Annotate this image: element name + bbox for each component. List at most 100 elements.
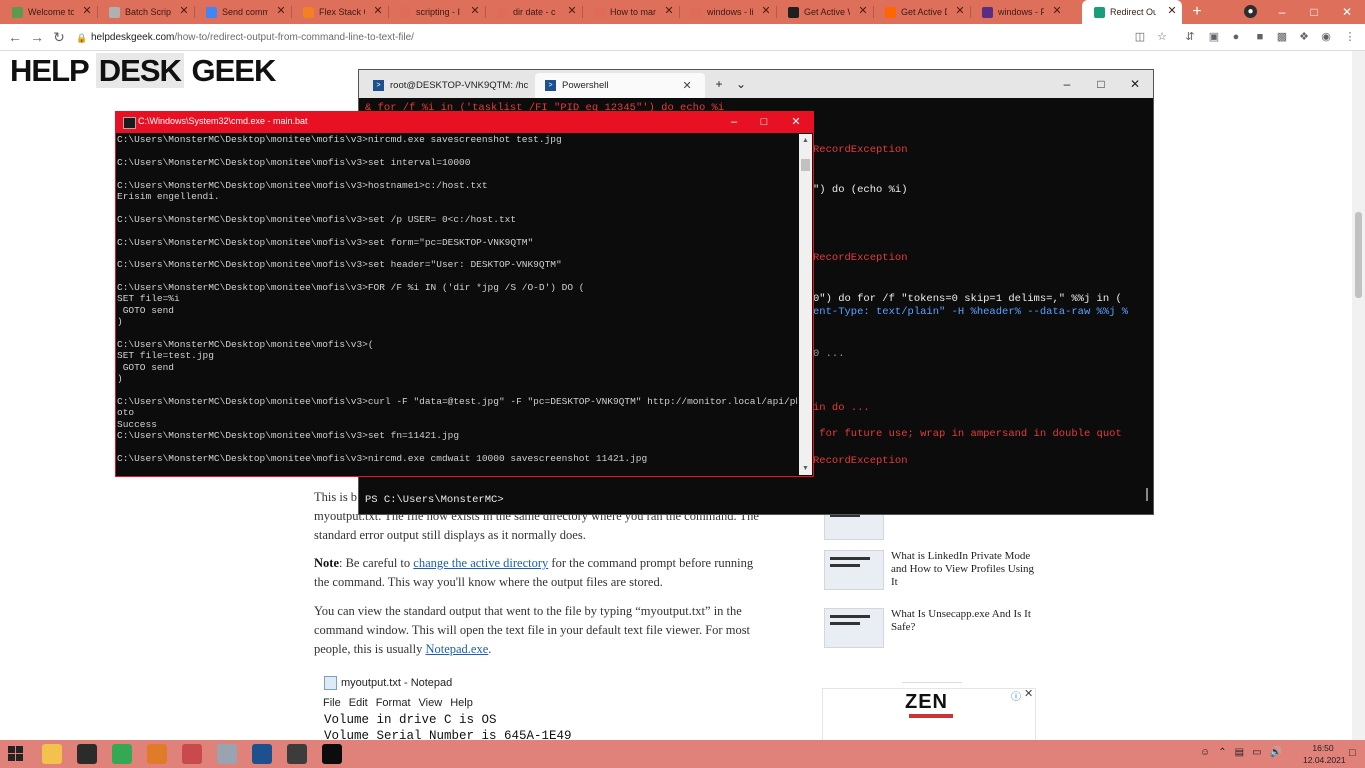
sidebar-article-2[interactable]: What is LinkedIn Private Mode and How to…	[824, 550, 1034, 592]
system-clock[interactable]: 16:50 12.04.2021	[1303, 742, 1346, 766]
taskbar-app-app-5-icon[interactable]	[182, 744, 202, 764]
browser-tab[interactable]: Flex Stack O ✕	[291, 0, 388, 24]
browser-tab[interactable]: Welcome to ✕	[0, 0, 97, 24]
bookmark-star-icon[interactable]: ☆	[1154, 29, 1170, 45]
sidebar-article-3[interactable]: What Is Unsecapp.exe And Is It Safe?	[824, 608, 1034, 650]
menu-icon[interactable]: ⋮	[1342, 29, 1358, 45]
avatar[interactable]: ◉	[1318, 29, 1334, 45]
cmd-window[interactable]: C:\Windows\System32\cmd.exe - main.bat –…	[115, 111, 814, 477]
tab-close-icon[interactable]: ✕	[566, 5, 578, 17]
taskbar-app-file-explorer-icon[interactable]	[42, 744, 62, 764]
console-scrollbar[interactable]	[1146, 488, 1148, 501]
taskbar-app-chrome-icon[interactable]	[112, 744, 132, 764]
puzzle-icon[interactable]: ❖	[1296, 29, 1312, 45]
new-tab-button[interactable]: +	[1188, 3, 1206, 21]
tab-close-icon[interactable]: ✕	[760, 5, 772, 17]
console-line: RecordException	[813, 144, 908, 156]
people-icon[interactable]: ☺	[1200, 747, 1210, 758]
extension-icon[interactable]: ⇵	[1182, 29, 1198, 45]
cmd-titlebar[interactable]: C:\Windows\System32\cmd.exe - main.bat –…	[116, 112, 813, 133]
display-icon[interactable]: ▭	[1252, 747, 1261, 758]
taskbar-app-powershell-icon[interactable]	[252, 744, 272, 764]
close-button[interactable]: ✕	[1336, 2, 1358, 22]
extension-icon-5[interactable]: ▩	[1274, 29, 1290, 45]
page-scroll-thumb[interactable]	[1355, 212, 1362, 298]
cmd-scrollbar[interactable]: ▲ ▼	[799, 134, 812, 475]
taskbar-app-app-8-icon[interactable]	[287, 744, 307, 764]
tab-close-icon[interactable]: ✕	[81, 5, 93, 17]
back-icon[interactable]: ←	[6, 28, 24, 46]
tab-close-icon[interactable]: ✕	[372, 5, 384, 17]
ad-info-icon[interactable]: ⓘ	[1011, 688, 1021, 703]
article-thumbnail[interactable]	[824, 608, 884, 648]
powershell-titlebar[interactable]: > root@DESKTOP-VNK9QTM: /hc > Powershell…	[359, 70, 1153, 98]
sidebar-article-title[interactable]: What is LinkedIn Private Mode and How to…	[891, 550, 1036, 589]
page-scrollbar[interactable]	[1352, 51, 1365, 740]
forward-icon[interactable]: →	[28, 28, 46, 46]
browser-tab-strip: Welcome to✕Batch Script✕Send comman✕Flex…	[0, 0, 1365, 24]
terminal-tab-powershell[interactable]: > Powershell ✕	[535, 73, 705, 98]
reload-icon[interactable]: ↻	[50, 28, 68, 46]
tab-label: windows - lin	[707, 7, 753, 17]
tab-close-icon[interactable]: ✕	[178, 5, 190, 17]
browser-tab[interactable]: Redirect Outp ✕	[1082, 0, 1182, 24]
console-line: RecordException	[813, 252, 908, 264]
site-logo[interactable]: HELP DESK GEEK	[10, 53, 276, 89]
terminal-close-button[interactable]: ✕	[1125, 74, 1145, 94]
minimize-button[interactable]: –	[1271, 2, 1293, 22]
windows-start-icon[interactable]	[8, 746, 24, 762]
browser-tab[interactable]: Get Active D ✕	[873, 0, 970, 24]
cmd-console[interactable]: C:\Users\MonsterMC\Desktop\monitee\mofis…	[117, 134, 797, 474]
sidebar-article-title[interactable]: What Is Unsecapp.exe And Is It Safe?	[891, 608, 1036, 634]
article-thumbnail[interactable]	[824, 550, 884, 590]
profile-icon[interactable]: ●	[1244, 5, 1257, 18]
browser-tab[interactable]: scripting - I ✕	[388, 0, 485, 24]
notification-icon[interactable]: □	[1349, 747, 1356, 759]
new-terminal-tab-button[interactable]: +	[709, 74, 729, 94]
browser-tab[interactable]: windows - lin ✕	[679, 0, 776, 24]
notepad-link[interactable]: Notepad.exe	[425, 642, 488, 656]
browser-tab[interactable]: dir date - c ✕	[485, 0, 582, 24]
terminal-tab-wsl[interactable]: > root@DESKTOP-VNK9QTM: /hc	[363, 73, 533, 98]
terminal-maximize-button[interactable]: □	[1091, 74, 1111, 94]
taskbar-app-sublime-icon[interactable]	[147, 744, 167, 764]
terminal-minimize-button[interactable]: –	[1057, 74, 1077, 94]
cmd-close-button[interactable]: ✕	[781, 112, 811, 133]
scroll-down-icon[interactable]: ▼	[799, 462, 812, 475]
volume-icon[interactable]: 🔊	[1270, 747, 1282, 758]
tab-close-icon[interactable]: ✕	[663, 5, 675, 17]
change-directory-link[interactable]: change the active directory	[413, 556, 548, 570]
extension-icon-2[interactable]: ▣	[1206, 29, 1222, 45]
browser-tab[interactable]: Batch Script ✕	[97, 0, 194, 24]
console-line: RecordException	[813, 455, 908, 467]
tray-chevron-icon[interactable]: ⌃	[1218, 747, 1226, 758]
browser-tab[interactable]: Get Active W ✕	[776, 0, 873, 24]
maximize-button[interactable]: □	[1303, 2, 1325, 22]
extension-icon-4[interactable]: ■	[1252, 29, 1268, 45]
tab-close-icon[interactable]: ✕	[469, 5, 481, 17]
tab-close-icon[interactable]: ✕	[682, 79, 691, 92]
advertisement[interactable]: ZEN ⓘ ✕	[822, 688, 1036, 741]
network-icon[interactable]: ▤	[1235, 747, 1244, 758]
tab-close-icon[interactable]: ✕	[1051, 5, 1063, 17]
cmd-maximize-button[interactable]: □	[749, 112, 779, 133]
cmd-minimize-button[interactable]: –	[719, 112, 749, 133]
ad-close-icon[interactable]: ✕	[1024, 687, 1033, 700]
scroll-up-icon[interactable]: ▲	[799, 134, 812, 147]
browser-tab[interactable]: How to mana ✕	[582, 0, 679, 24]
translate-icon[interactable]: ◫	[1132, 29, 1148, 45]
tab-close-icon[interactable]: ✕	[857, 5, 869, 17]
taskbar-app-app-6-icon[interactable]	[217, 744, 237, 764]
tab-close-icon[interactable]: ✕	[1166, 5, 1178, 17]
browser-tab[interactable]: Send comman ✕	[194, 0, 291, 24]
tab-close-icon[interactable]: ✕	[954, 5, 966, 17]
extension-icon-3[interactable]: ●	[1228, 29, 1244, 45]
cmd-scroll-thumb[interactable]	[801, 159, 810, 171]
ad-logo[interactable]: ZEN	[905, 691, 948, 714]
address-bar[interactable]: 🔒 helpdeskgeek.com/how-to/redirect-outpu…	[76, 28, 414, 46]
terminal-dropdown-icon[interactable]: ⌄	[731, 74, 751, 94]
taskbar-app-terminal-icon[interactable]	[77, 744, 97, 764]
taskbar-app-cmd-icon[interactable]	[322, 744, 342, 764]
browser-tab[interactable]: windows - F ✕	[970, 0, 1067, 24]
tab-close-icon[interactable]: ✕	[275, 5, 287, 17]
